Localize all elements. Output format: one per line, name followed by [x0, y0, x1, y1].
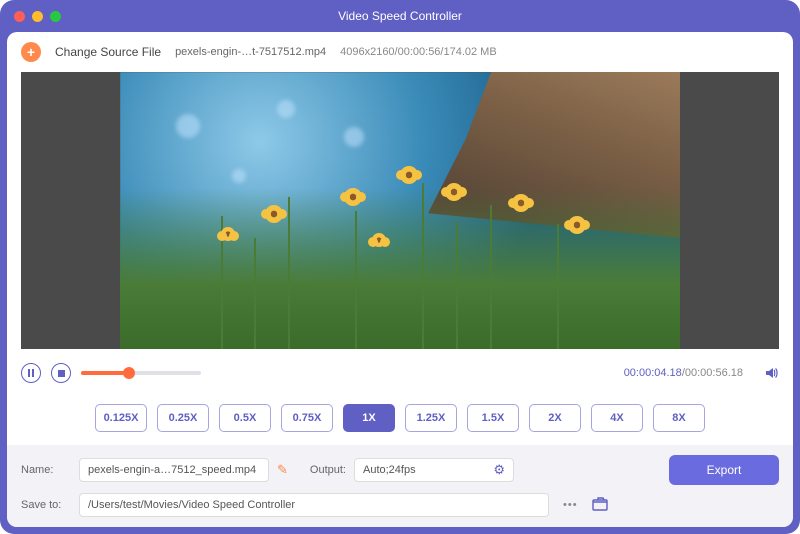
- video-preview[interactable]: [21, 72, 779, 349]
- window-title: Video Speed Controller: [0, 9, 800, 23]
- speed-button-1x[interactable]: 1X: [343, 404, 395, 432]
- name-field[interactable]: pexels-engin-a…7512_speed.mp4: [79, 458, 269, 482]
- open-folder-icon[interactable]: [592, 497, 608, 514]
- speed-selector-row: 0.125X 0.25X 0.5X 0.75X 1X 1.25X 1.5X 2X 4X 8X: [7, 391, 793, 445]
- source-info: 4096x2160/00:00:56/174.02 MB: [340, 46, 497, 58]
- volume-icon[interactable]: [763, 365, 779, 381]
- browse-button[interactable]: •••: [557, 499, 584, 511]
- name-label: Name:: [21, 464, 71, 476]
- seek-thumb[interactable]: [123, 367, 135, 379]
- output-format-field[interactable]: Auto;24fps ⚙: [354, 458, 514, 482]
- speed-button-1-25x[interactable]: 1.25X: [405, 404, 457, 432]
- seek-slider[interactable]: [81, 371, 201, 375]
- speed-button-0-75x[interactable]: 0.75X: [281, 404, 333, 432]
- playback-controls: 00:00:04.18/00:00:56.18: [7, 355, 793, 391]
- change-source-button[interactable]: Change Source File: [55, 45, 161, 59]
- edit-name-icon[interactable]: ✎: [277, 462, 288, 478]
- stop-button[interactable]: [51, 363, 71, 383]
- pause-button[interactable]: [21, 363, 41, 383]
- output-label: Output:: [310, 464, 346, 476]
- speed-button-1-5x[interactable]: 1.5X: [467, 404, 519, 432]
- source-toolbar: + Change Source File pexels-engin-…t-751…: [7, 32, 793, 72]
- speed-button-8x[interactable]: 8X: [653, 404, 705, 432]
- speed-button-0-125x[interactable]: 0.125X: [95, 404, 147, 432]
- speed-button-0-5x[interactable]: 0.5X: [219, 404, 271, 432]
- speed-button-0-25x[interactable]: 0.25X: [157, 404, 209, 432]
- titlebar: Video Speed Controller: [0, 0, 800, 32]
- speed-button-2x[interactable]: 2X: [529, 404, 581, 432]
- output-panel: Name: pexels-engin-a…7512_speed.mp4 ✎ Ou…: [7, 445, 793, 527]
- add-source-icon[interactable]: +: [21, 42, 41, 62]
- source-filename: pexels-engin-…t-7517512.mp4: [175, 46, 326, 58]
- speed-button-4x[interactable]: 4X: [591, 404, 643, 432]
- duration-time: 00:00:56.18: [685, 367, 743, 379]
- save-to-label: Save to:: [21, 499, 71, 511]
- time-display: 00:00:04.18/00:00:56.18: [624, 367, 743, 379]
- output-settings-icon[interactable]: ⚙: [493, 462, 505, 478]
- save-path-field[interactable]: /Users/test/Movies/Video Speed Controlle…: [79, 493, 549, 517]
- export-button[interactable]: Export: [669, 455, 779, 485]
- current-time: 00:00:04.18: [624, 367, 682, 379]
